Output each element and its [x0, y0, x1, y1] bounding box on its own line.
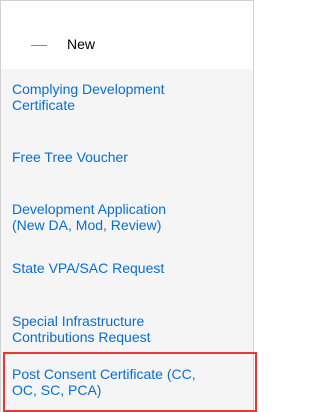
new-application-panel: New Complying Development Certificate Fr…: [0, 0, 257, 412]
item-label: Complying Development Certificate: [12, 81, 165, 113]
link-state-vpa-sac-request[interactable]: State VPA/SAC Request: [12, 260, 252, 276]
item-label: State VPA/SAC Request: [12, 260, 165, 276]
link-free-tree-voucher[interactable]: Free Tree Voucher: [12, 149, 252, 165]
application-type-list: Complying Development Certificate Free T…: [0, 69, 257, 412]
item-label: Free Tree Voucher: [12, 149, 128, 165]
item-label: Development Application (New DA, Mod, Re…: [12, 201, 167, 233]
item-label: Post Consent Certificate (CC, OC, SC, PC…: [12, 366, 196, 398]
link-post-consent-certificate[interactable]: Post Consent Certificate (CC, OC, SC, PC…: [12, 366, 252, 398]
new-section-label: New: [67, 36, 96, 52]
link-development-application[interactable]: Development Application (New DA, Mod, Re…: [12, 201, 252, 233]
collapse-dash-icon: [31, 45, 47, 46]
item-label: Special Infrastructure Contributions Req…: [12, 313, 151, 345]
link-special-infrastructure-contributions-request[interactable]: Special Infrastructure Contributions Req…: [12, 313, 252, 345]
link-complying-development-certificate[interactable]: Complying Development Certificate: [12, 81, 252, 113]
